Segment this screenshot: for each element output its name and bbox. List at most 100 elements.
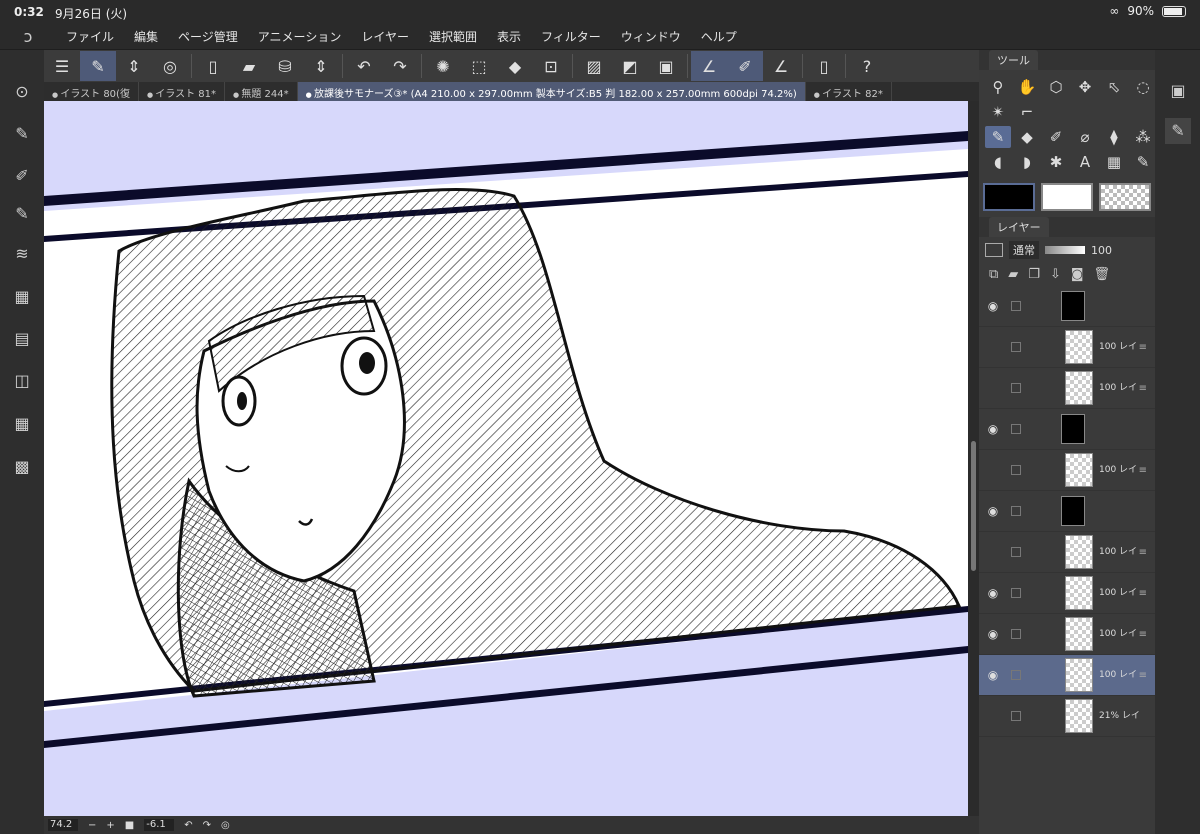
blend-mode-select[interactable]: 通常 xyxy=(1009,241,1039,259)
edit-icon[interactable]: ✎ xyxy=(80,51,116,81)
menu-window[interactable]: ウィンドウ xyxy=(611,28,691,45)
undo-icon[interactable]: ↶ xyxy=(346,51,382,81)
tab-active-document[interactable]: 放課後サモナーズ③* (A4 210.00 x 297.00mm 製本サイズ:B… xyxy=(297,82,806,101)
menu-page[interactable]: ページ管理 xyxy=(168,28,248,45)
tab-illust-80[interactable]: イラスト 80(復 xyxy=(44,82,139,101)
layer-row[interactable]: 100 レイ ≡ xyxy=(979,532,1155,573)
new-folder-icon[interactable]: ▰ xyxy=(1008,267,1018,282)
layer-folder-row[interactable]: ◉ xyxy=(979,286,1155,327)
grid-icon[interactable]: ▩ xyxy=(10,455,34,479)
hatch-icon[interactable]: ▨ xyxy=(576,51,612,81)
brush2-icon[interactable]: ✐ xyxy=(727,51,763,81)
transparent-swatch[interactable] xyxy=(1099,183,1151,211)
ruler-icon[interactable]: ∠ xyxy=(691,51,727,81)
frame-icon[interactable]: ▣ xyxy=(648,51,684,81)
new-file-icon[interactable]: ▯ xyxy=(195,51,231,81)
device-icon[interactable]: ▯ xyxy=(806,51,842,81)
tool-property-icon[interactable]: ✎ xyxy=(10,202,34,226)
zoom-out-icon[interactable]: − xyxy=(88,820,96,831)
bucket-icon[interactable]: ◗ xyxy=(1014,151,1040,173)
layer-panel-tab[interactable]: レイヤー xyxy=(989,217,1049,237)
fit-icon[interactable]: ■ xyxy=(125,820,134,831)
rotation-value[interactable]: -6.1 xyxy=(144,819,175,831)
move-tool-icon[interactable]: ✥ xyxy=(1072,76,1098,98)
loading-icon[interactable]: ✺ xyxy=(425,51,461,81)
visibility-eye-icon[interactable]: ◉ xyxy=(979,627,1007,641)
vector-icon[interactable]: ✱ xyxy=(1043,151,1069,173)
navigator-icon[interactable]: ⊙ xyxy=(10,80,34,104)
open-folder-icon[interactable]: ▰ xyxy=(231,51,267,81)
delete-layer-icon[interactable]: 🗑 xyxy=(1093,267,1110,282)
film-icon[interactable]: ▤ xyxy=(10,327,34,351)
menu-edit[interactable]: 編集 xyxy=(124,28,168,45)
canvas[interactable] xyxy=(44,101,968,816)
layer-row[interactable]: 21% レイ xyxy=(979,696,1155,737)
tab-illust-82[interactable]: イラスト 82* xyxy=(806,82,892,101)
pen-tool-icon[interactable]: ✎ xyxy=(985,126,1011,148)
pen-edit-icon[interactable] xyxy=(1011,670,1021,680)
layer-folder-row[interactable]: ◉ xyxy=(979,491,1155,532)
spiral-icon[interactable]: ◎ xyxy=(152,51,188,81)
app-logo-icon[interactable]: ↄ xyxy=(0,27,56,46)
mask-icon[interactable]: ◙ xyxy=(1071,267,1084,282)
copy-layer-icon[interactable]: ❐ xyxy=(1028,267,1040,282)
clip-studio-icon[interactable]: ▣ xyxy=(1165,78,1191,104)
brush-tool-icon[interactable]: ✐ xyxy=(1043,126,1069,148)
merge-icon[interactable]: ⇩ xyxy=(1050,267,1061,282)
save-icon[interactable]: ⛁ xyxy=(267,51,303,81)
menu-layer[interactable]: レイヤー xyxy=(351,28,419,45)
layer-color-icon[interactable] xyxy=(985,243,1003,257)
opacity-value[interactable]: 100 xyxy=(1091,244,1112,257)
eraser-icon[interactable]: ◆ xyxy=(1014,126,1040,148)
menu-icon[interactable]: ☰ xyxy=(44,51,80,81)
gradient-tool-icon[interactable]: ▦ xyxy=(1101,151,1127,173)
gradient-icon[interactable]: ◩ xyxy=(612,51,648,81)
layer-row[interactable]: 100 レイ ≡ xyxy=(979,368,1155,409)
zoom-value[interactable]: 74.2 xyxy=(48,819,78,831)
visibility-eye-icon[interactable]: ◉ xyxy=(979,586,1007,600)
visibility-eye-icon[interactable]: ◉ xyxy=(979,299,1007,313)
calendar-icon[interactable]: ▦ xyxy=(10,285,34,309)
layer-row[interactable]: ◉ 100 レイ ≡ xyxy=(979,573,1155,614)
visibility-eye-icon[interactable]: ◉ xyxy=(979,668,1007,682)
fill-icon[interactable]: ◆ xyxy=(497,51,533,81)
tool-panel-tab[interactable]: ツール xyxy=(989,50,1038,70)
visibility-eye-icon[interactable]: ◉ xyxy=(979,504,1007,518)
tab-untitled-244[interactable]: 無題 244* xyxy=(225,82,298,101)
selected-layer-row[interactable]: ◉ 100 レイ ≡ xyxy=(979,655,1155,696)
decoration-icon[interactable]: ⁂ xyxy=(1130,126,1156,148)
tab-illust-81[interactable]: イラスト 81* xyxy=(139,82,226,101)
airbrush-icon[interactable]: ⌀ xyxy=(1072,126,1098,148)
layer-row[interactable]: 100 レイ ≡ xyxy=(979,327,1155,368)
pen-settings-icon[interactable]: ✎ xyxy=(10,122,34,146)
vertical-scrollbar[interactable] xyxy=(968,101,979,816)
visibility-eye-icon[interactable]: ◉ xyxy=(979,422,1007,436)
timeline-icon[interactable]: ▦ xyxy=(10,412,34,436)
material-icon[interactable]: ◫ xyxy=(10,369,34,393)
object-tool-icon[interactable]: ⬡ xyxy=(1043,76,1069,98)
brush-icon[interactable]: ✐ xyxy=(10,164,34,188)
help-icon[interactable]: ? xyxy=(849,51,885,81)
blend-icon[interactable]: ⧫ xyxy=(1101,126,1127,148)
zoom-in-icon[interactable]: + xyxy=(106,820,114,831)
layer-row[interactable]: 100 レイ ≡ xyxy=(979,450,1155,491)
menu-view[interactable]: 表示 xyxy=(487,28,531,45)
new-layer-icon[interactable]: ⧉ xyxy=(989,267,998,282)
lasso-tool-icon[interactable]: ◌ xyxy=(1130,76,1156,98)
stepper2-icon[interactable]: ⇕ xyxy=(303,51,339,81)
menu-help[interactable]: ヘルプ xyxy=(691,28,747,45)
reset-rotation-icon[interactable]: ◎ xyxy=(221,820,230,831)
fill-tool-icon[interactable]: ◖ xyxy=(985,151,1011,173)
stepper-icon[interactable]: ⇕ xyxy=(116,51,152,81)
text-tool-icon[interactable]: A xyxy=(1072,151,1098,173)
select-tool-icon[interactable]: ⬁ xyxy=(1101,76,1127,98)
menu-file[interactable]: ファイル xyxy=(56,28,124,45)
rotate-right-icon[interactable]: ↷ xyxy=(203,820,211,831)
redo-icon[interactable]: ↷ xyxy=(382,51,418,81)
menu-animation[interactable]: アニメーション xyxy=(248,28,352,45)
zoom-tool-icon[interactable]: ⚲ xyxy=(985,76,1011,98)
eyedropper-icon[interactable]: ⌐ xyxy=(1014,101,1040,123)
menu-filter[interactable]: フィルター xyxy=(531,28,611,45)
magic-wand-icon[interactable]: ✴ xyxy=(985,101,1011,123)
frame-tool-icon[interactable]: ✎ xyxy=(1130,151,1156,173)
